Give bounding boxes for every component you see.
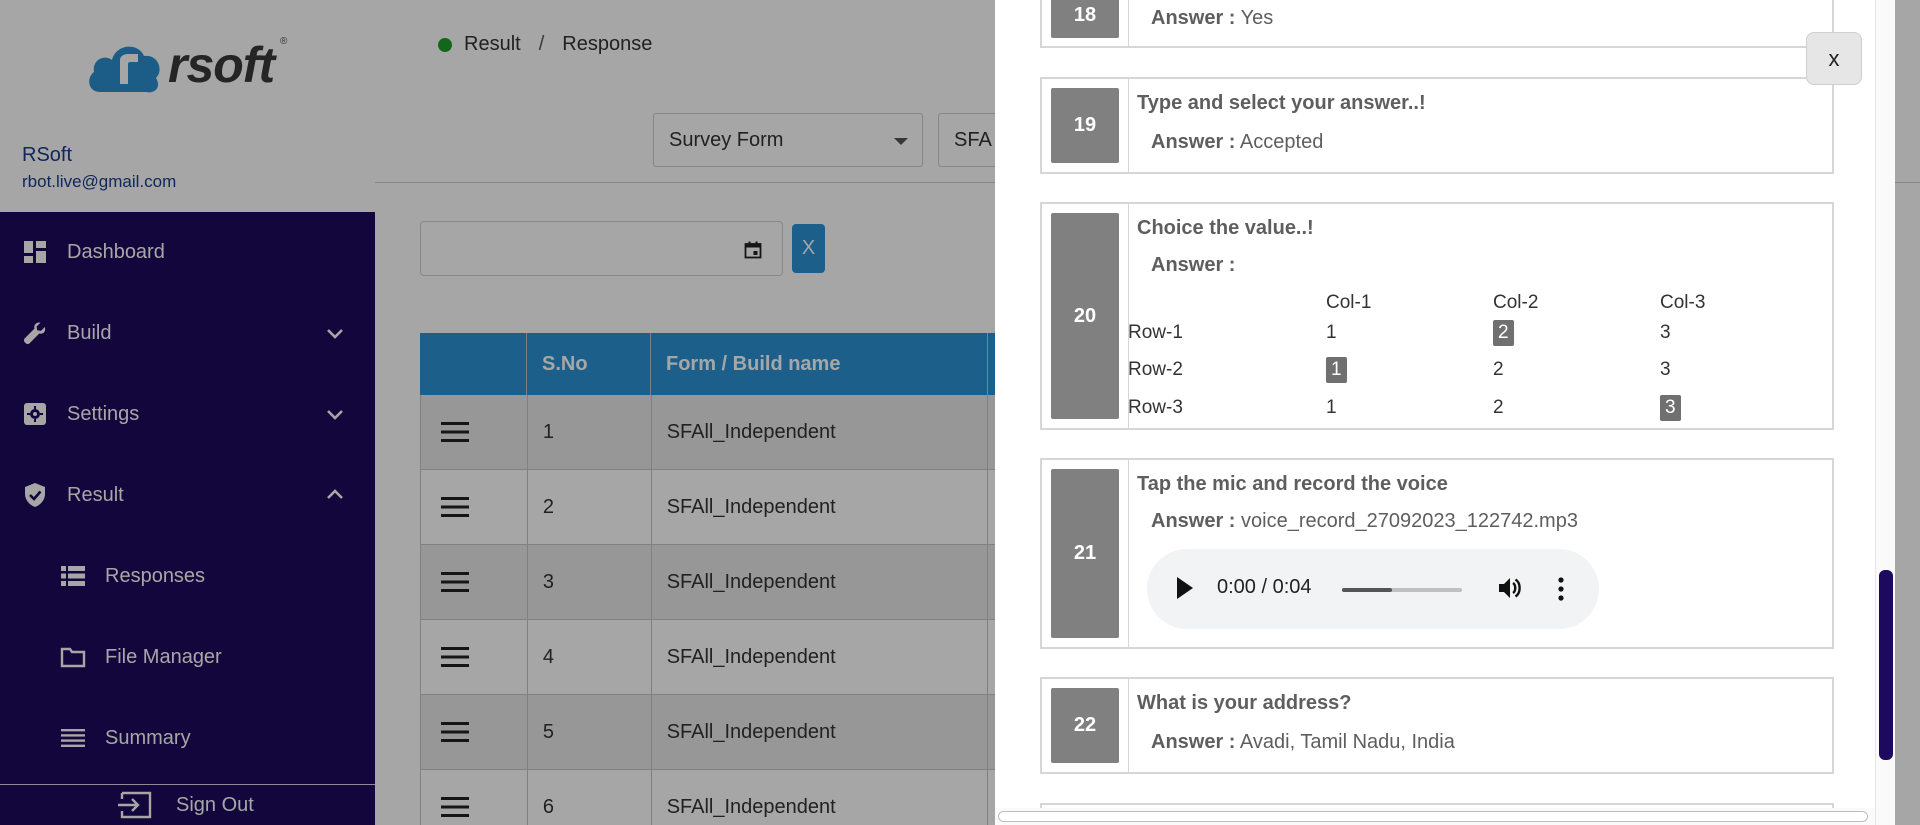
answer-label: Answer : <box>1151 131 1236 153</box>
grid-cell: 1 <box>1326 397 1337 418</box>
scrollbar-thumb[interactable] <box>1879 570 1893 760</box>
question-answer: Answer : Avadi, Tamil Nadu, India <box>1151 731 1455 754</box>
card-divider <box>1128 460 1129 647</box>
question-answer: Answer : voice_record_27092023_122742.mp… <box>1151 510 1578 533</box>
answer-value: Yes <box>1240 7 1274 29</box>
close-modal-button[interactable]: x <box>1806 32 1862 85</box>
grid-cell: 2 <box>1493 397 1504 418</box>
audio-progress-fill <box>1342 588 1393 592</box>
more-options-icon[interactable] <box>1558 576 1564 602</box>
question-card-21: 21 Tap the mic and record the voice Answ… <box>1040 458 1834 649</box>
card-divider <box>1128 0 1129 46</box>
answer-value: Avadi, Tamil Nadu, India <box>1239 731 1455 753</box>
audio-progress-slider[interactable] <box>1342 588 1462 592</box>
question-title: Tap the mic and record the voice <box>1137 473 1448 495</box>
audio-time: 0:00 / 0:04 <box>1217 576 1312 598</box>
answer-value: Accepted <box>1239 131 1324 153</box>
question-card-22: 22 What is your address? Answer : Avadi,… <box>1040 677 1834 774</box>
answer-label: Answer : <box>1151 7 1236 29</box>
grid-row-label: Row-3 <box>1128 397 1183 418</box>
play-icon[interactable] <box>1177 577 1193 599</box>
card-divider <box>1128 79 1129 172</box>
grid-column-header: Col-1 <box>1326 292 1372 313</box>
vertical-scrollbar[interactable] <box>1875 0 1895 825</box>
answer-value: voice_record_27092023_122742.mp3 <box>1241 510 1578 532</box>
grid-cell-selected: 2 <box>1493 320 1514 346</box>
question-number: 18 <box>1051 0 1119 38</box>
question-title: What is your address? <box>1137 692 1352 714</box>
grid-cell: 2 <box>1493 359 1504 380</box>
question-number: 22 <box>1051 688 1119 763</box>
question-answer: Answer : Accepted <box>1151 131 1323 154</box>
question-answer: Answer : Yes <box>1151 7 1273 30</box>
question-number: 19 <box>1051 88 1119 163</box>
answer-label: Answer : <box>1151 510 1236 532</box>
answer-label: Answer : <box>1151 731 1236 753</box>
question-card-18: 18 Answer : Yes <box>1040 0 1834 48</box>
question-number: 20 <box>1051 213 1119 419</box>
answer-label: Answer : <box>1151 254 1236 276</box>
question-card-19: 19 Type and select your answer..! Answer… <box>1040 77 1834 174</box>
grid-column-header: Col-3 <box>1660 292 1706 313</box>
grid-row-label: Row-1 <box>1128 322 1183 343</box>
grid-row-label: Row-2 <box>1128 359 1183 380</box>
grid-cell: 3 <box>1660 322 1671 343</box>
question-number: 21 <box>1051 469 1119 638</box>
grid-cell-selected: 1 <box>1326 357 1347 383</box>
volume-icon[interactable] <box>1497 575 1523 601</box>
question-title: Choice the value..! <box>1137 217 1314 239</box>
card-divider <box>1128 204 1129 428</box>
question-title: Type and select your answer..! <box>1137 92 1426 114</box>
scrollbar-thumb[interactable] <box>998 811 1868 822</box>
question-answer: Answer : <box>1151 254 1235 277</box>
card-divider <box>1128 679 1129 772</box>
horizontal-scrollbar[interactable] <box>995 808 1875 825</box>
audio-player: 0:00 / 0:04 <box>1147 549 1599 629</box>
response-detail-modal: 18 Answer : Yes 19 Type and select your … <box>995 0 1895 825</box>
grid-cell: 1 <box>1326 322 1337 343</box>
grid-cell-selected: 3 <box>1660 395 1681 421</box>
grid-column-header: Col-2 <box>1493 292 1539 313</box>
question-card-20: 20 Choice the value..! Answer : Col-1 Co… <box>1040 202 1834 430</box>
grid-cell: 3 <box>1660 359 1671 380</box>
